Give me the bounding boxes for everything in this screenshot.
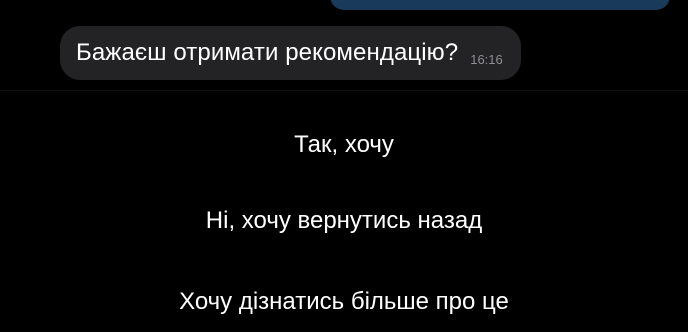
reply-option-learn-more[interactable]: Хочу дізнатись більше про це [0, 274, 688, 330]
reply-option-yes[interactable]: Так, хочу [0, 117, 688, 173]
reply-keyboard-divider [0, 90, 688, 91]
reply-option-label: Ні, хочу вернутись назад [205, 207, 483, 234]
incoming-message-bubble: Бажаєш отримати рекомендацію? 16:16 [60, 26, 521, 80]
reply-option-go-back[interactable]: Ні, хочу вернутись назад [0, 193, 688, 249]
reply-option-label: Так, хочу [294, 131, 394, 158]
chat-screen: Бажаєш отримати рекомендацію? 16:16 Так,… [0, 0, 688, 332]
reply-option-label: Хочу дізнатись більше про це [179, 288, 509, 315]
message-timestamp: 16:16 [470, 51, 503, 67]
message-text: Бажаєш отримати рекомендацію? [76, 39, 459, 66]
outgoing-message-bubble-edge [330, 0, 670, 10]
